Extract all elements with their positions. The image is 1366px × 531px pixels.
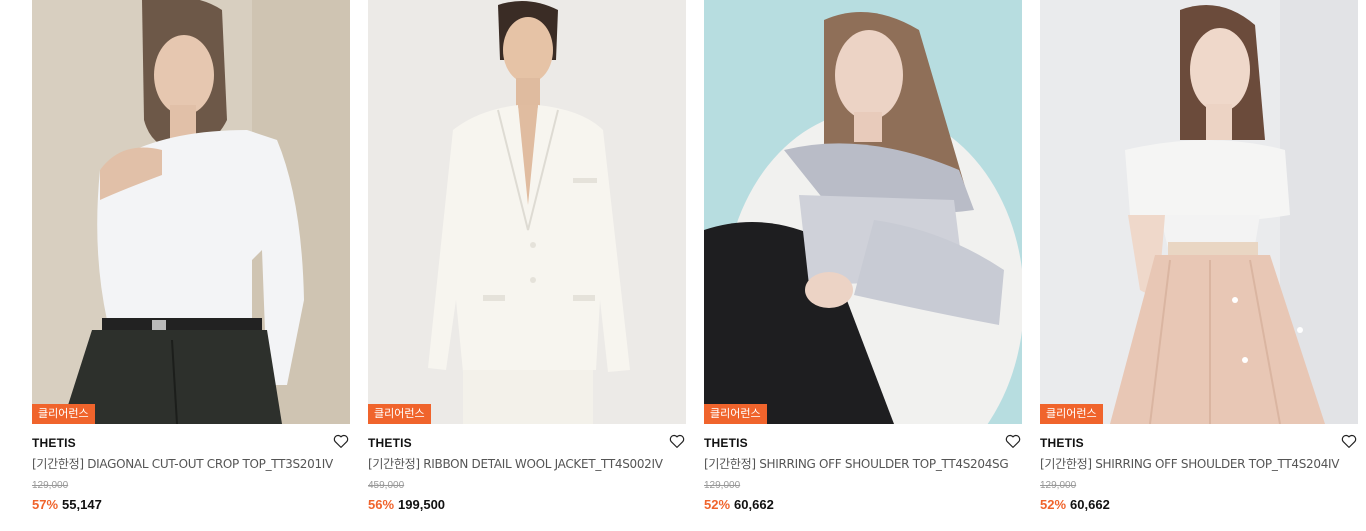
price-row: 52% 60,662 — [1040, 497, 1358, 513]
original-price: 129,000 — [32, 480, 69, 491]
product-name[interactable]: [기간한정] SHIRRING OFF SHOULDER TOP_TT4S204… — [1040, 456, 1358, 472]
product-photo-shirring-top-grey — [704, 0, 1022, 424]
brand-name[interactable]: THETIS — [704, 436, 1022, 450]
product-name[interactable]: [기간한정] RIBBON DETAIL WOOL JACKET_TT4S002… — [368, 456, 686, 472]
price-row: 52% 60,662 — [704, 497, 1022, 513]
product-image[interactable]: 클리어런스 — [368, 0, 686, 424]
product-card[interactable]: 클리어런스 THETIS [기간한정] DIAGONAL CUT-OUT CRO… — [32, 0, 350, 531]
product-photo-wool-jacket — [368, 0, 686, 424]
original-price: 129,000 — [704, 480, 741, 491]
product-image[interactable]: 클리어런스 — [704, 0, 1022, 424]
brand-name[interactable]: THETIS — [368, 436, 686, 450]
brand-name[interactable]: THETIS — [1040, 436, 1358, 450]
sale-price: 55,147 — [62, 497, 102, 512]
product-name[interactable]: [기간한정] DIAGONAL CUT-OUT CROP TOP_TT3S201… — [32, 456, 350, 472]
product-name[interactable]: [기간한정] SHIRRING OFF SHOULDER TOP_TT4S204… — [704, 456, 1022, 472]
product-grid: 클리어런스 THETIS [기간한정] DIAGONAL CUT-OUT CRO… — [0, 0, 1366, 531]
discount-rate: 52% — [1040, 497, 1067, 512]
product-image[interactable]: 클리어런스 — [32, 0, 350, 424]
clearance-badge: 클리어런스 — [32, 404, 95, 424]
discount-rate: 52% — [704, 497, 731, 512]
sale-price: 60,662 — [734, 497, 774, 512]
clearance-badge: 클리어런스 — [704, 404, 767, 424]
product-card[interactable]: 클리어런스 THETIS [기간한정] SHIRRING OFF SHOULDE… — [704, 0, 1022, 531]
heart-outline-icon[interactable] — [332, 432, 350, 450]
clearance-badge: 클리어런스 — [1040, 404, 1103, 424]
discount-rate: 56% — [368, 497, 395, 512]
product-photo-shirring-top-ivory — [1040, 0, 1358, 424]
brand-name[interactable]: THETIS — [32, 436, 350, 450]
sale-price: 199,500 — [398, 497, 446, 512]
sale-price: 60,662 — [1070, 497, 1110, 512]
heart-outline-icon[interactable] — [1340, 432, 1358, 450]
product-card[interactable]: 클리어런스 THETIS [기간한정] SHIRRING OFF SHOULDE… — [1040, 0, 1358, 531]
product-card[interactable]: 클리어런스 THETIS [기간한정] RIBBON DETAIL WOOL J… — [368, 0, 686, 531]
heart-outline-icon[interactable] — [668, 432, 686, 450]
original-price: 129,000 — [1040, 480, 1077, 491]
heart-outline-icon[interactable] — [1004, 432, 1022, 450]
discount-rate: 57% — [32, 497, 59, 512]
price-row: 56% 199,500 — [368, 497, 686, 513]
clearance-badge: 클리어런스 — [368, 404, 431, 424]
original-price: 459,000 — [368, 480, 405, 491]
product-image[interactable]: 클리어런스 — [1040, 0, 1358, 424]
product-photo-crop-top — [32, 0, 350, 424]
price-row: 57% 55,147 — [32, 497, 350, 513]
